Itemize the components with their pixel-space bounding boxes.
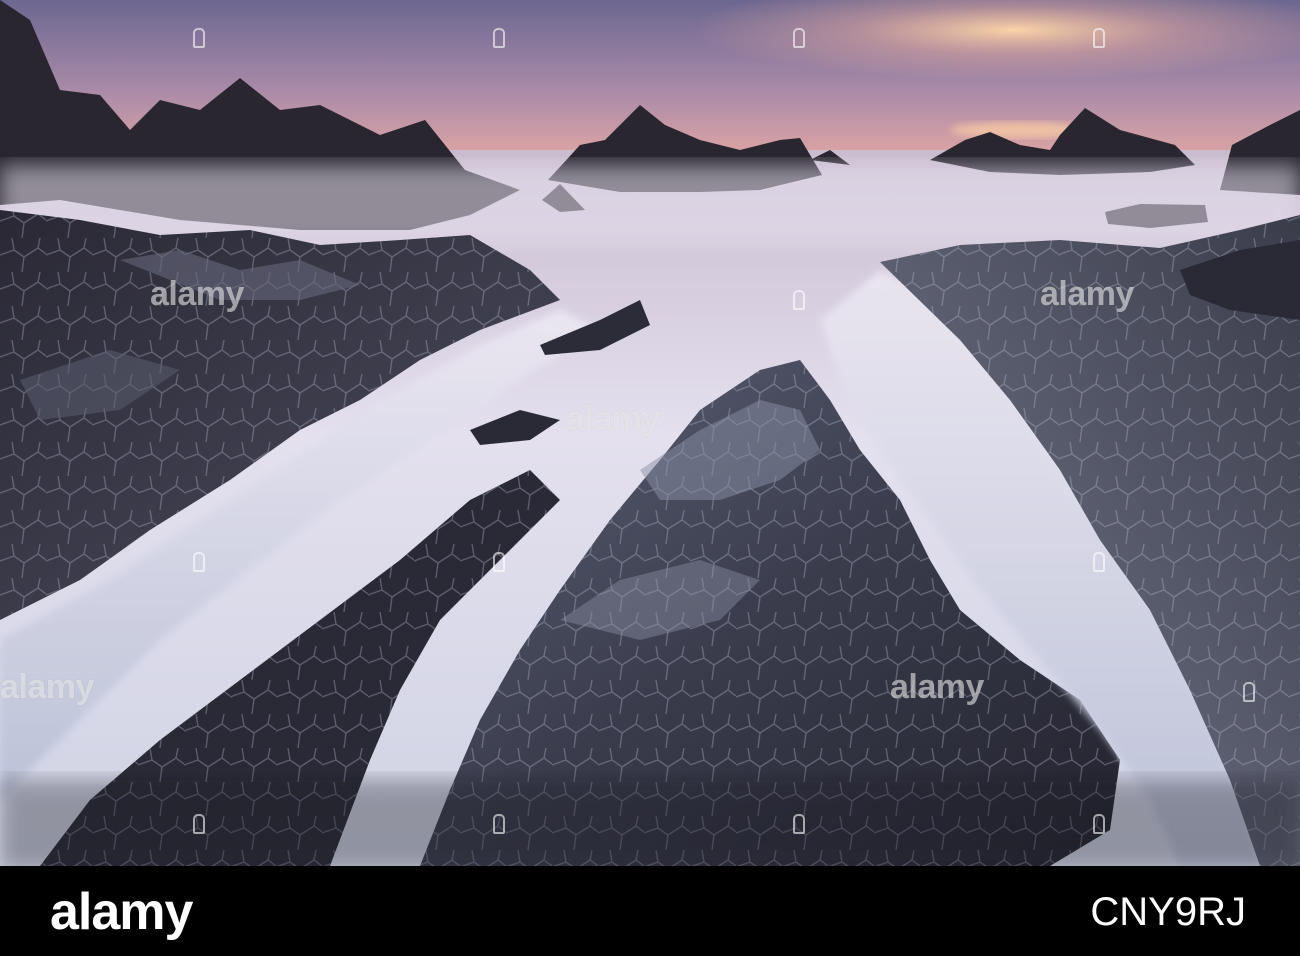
alamy-logo: alamy — [50, 883, 193, 941]
foreground-shadow — [0, 780, 1300, 866]
stock-photo-page: alamy alamy alamy alamy alamy alamy CNY9… — [0, 0, 1300, 956]
footer-bar: alamy CNY9RJ — [0, 866, 1300, 956]
seascape-photo: alamy alamy alamy alamy alamy — [0, 0, 1300, 866]
sea-mist-band — [0, 165, 1300, 245]
seascape-illustration — [0, 0, 1300, 866]
image-id: CNY9RJ — [1090, 890, 1246, 934]
